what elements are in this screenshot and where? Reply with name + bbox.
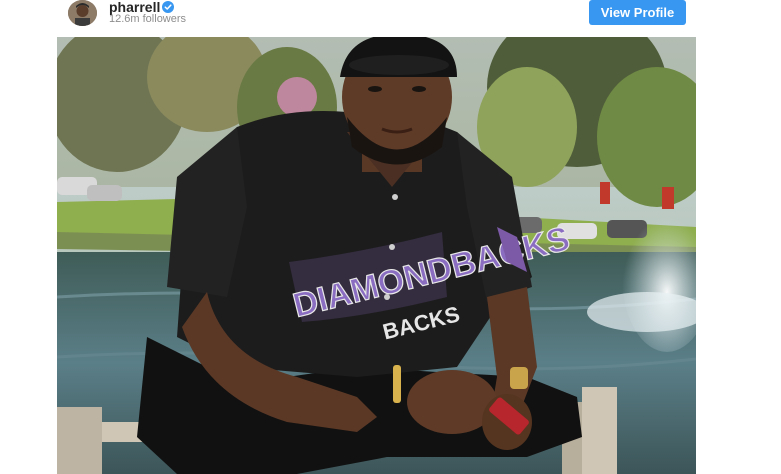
embed-header: pharrell 12.6m followers View Profile xyxy=(57,0,696,38)
post-image: DIAMONDBACKS BACKS xyxy=(57,37,696,474)
avatar[interactable] xyxy=(68,0,97,26)
verified-badge-icon xyxy=(162,1,174,13)
post-photo[interactable]: DIAMONDBACKS BACKS xyxy=(57,37,696,474)
avatar-image xyxy=(68,0,97,26)
follower-count: 12.6m followers xyxy=(109,13,187,25)
instagram-embed: pharrell 12.6m followers View Profile DI… xyxy=(57,0,696,474)
view-profile-button[interactable]: View Profile xyxy=(589,0,686,25)
